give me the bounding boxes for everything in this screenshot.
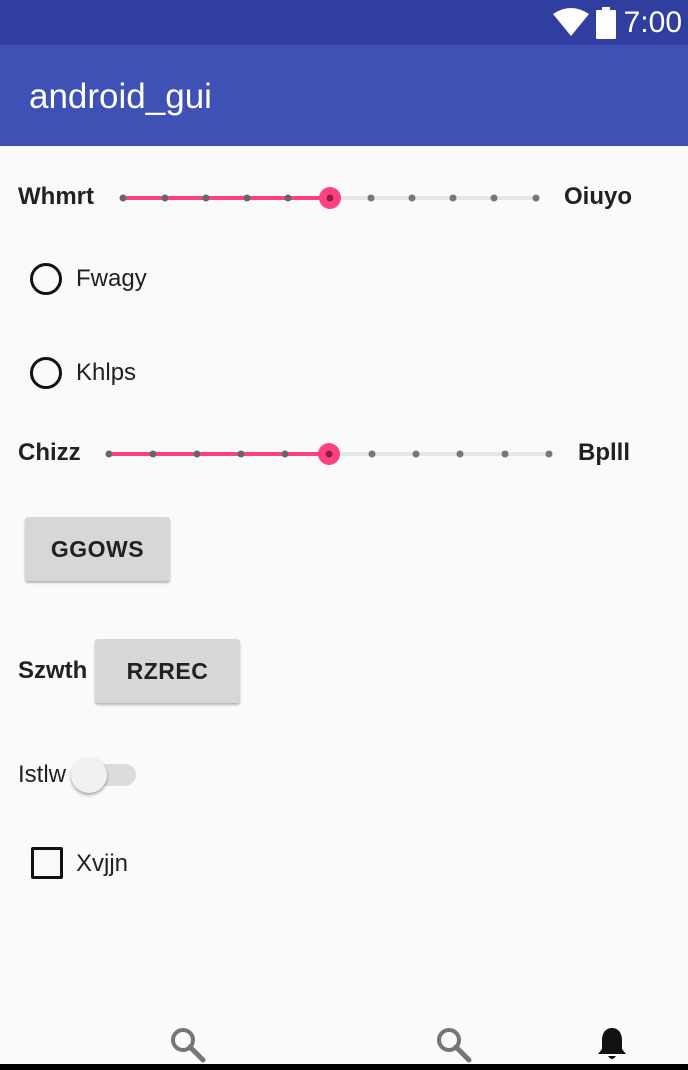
ggows-button[interactable]: GGOWS (25, 517, 170, 581)
search-icon[interactable] (436, 1027, 472, 1063)
rzrec-button[interactable]: RZREC (95, 639, 240, 703)
app-bar: android_gui (0, 45, 688, 146)
slider1-right-label: Oiuyo (564, 183, 633, 210)
status-bar: 7:00 (0, 0, 688, 45)
wifi-icon (553, 8, 589, 36)
checkbox-xvjjn-label: Xvjjn (76, 850, 129, 877)
slider2-left-label: Chizz (18, 439, 81, 466)
radio-khlps-label: Khlps (76, 359, 137, 386)
slider1-left-label: Whmrt (18, 183, 94, 210)
slider2-right-label: Bplll (578, 439, 630, 466)
app-title: android_gui (29, 77, 212, 116)
bell-icon[interactable] (596, 1026, 628, 1062)
switch-label: Istlw (18, 761, 66, 788)
slider1[interactable] (118, 184, 546, 212)
szwth-label: Szwth (18, 657, 88, 684)
battery-icon (596, 7, 616, 39)
radio-fwagy[interactable] (30, 263, 62, 295)
bottom-edge (0, 1064, 688, 1070)
search-icon[interactable] (170, 1027, 206, 1063)
slider2[interactable] (104, 440, 556, 468)
switch-thumb[interactable] (71, 757, 107, 793)
radio-fwagy-label: Fwagy (76, 265, 147, 292)
radio-khlps[interactable] (30, 357, 62, 389)
status-time: 7:00 (623, 6, 682, 39)
checkbox-xvjjn[interactable] (31, 847, 63, 879)
